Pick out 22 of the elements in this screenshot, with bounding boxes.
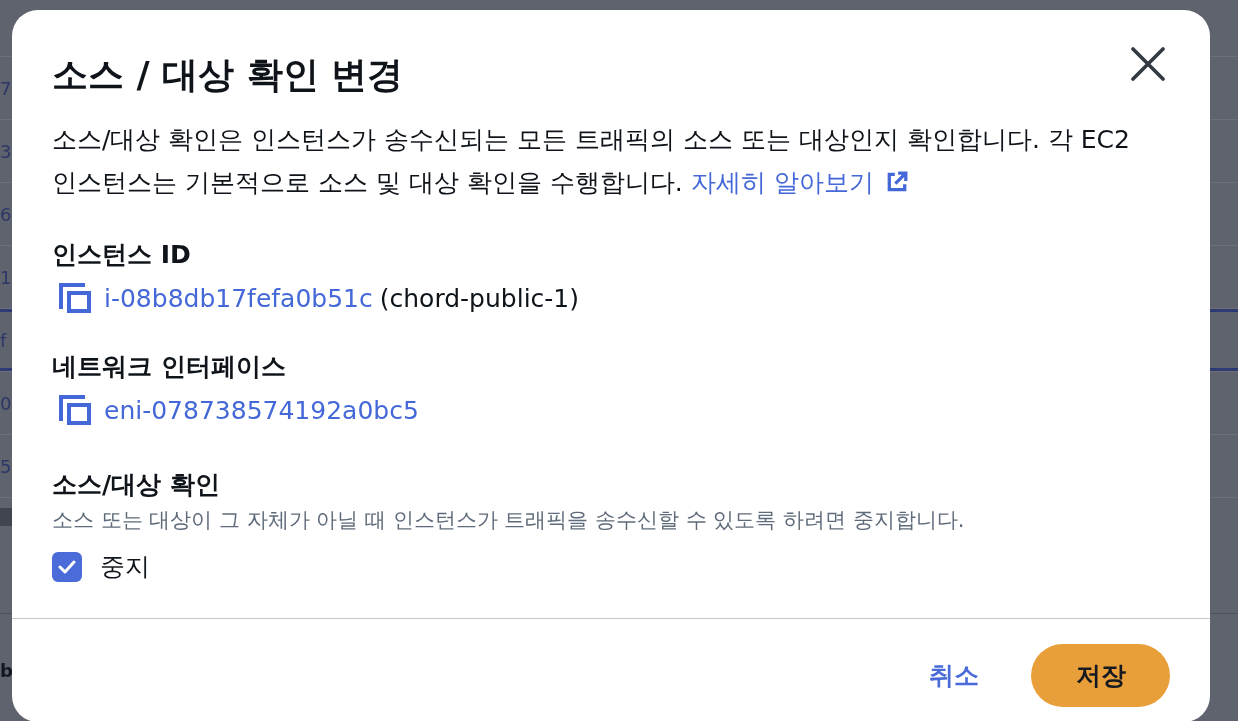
resource-id-link[interactable]: i-08b8db17fefa0b51c bbox=[104, 283, 373, 313]
copy-icon[interactable] bbox=[59, 395, 91, 425]
checkbox[interactable] bbox=[52, 552, 82, 582]
checkbox-label[interactable]: 중지 bbox=[100, 550, 150, 584]
hint-text: 소스 또는 대상이 그 자체가 아닐 때 인스턴스가 트래픽을 송수신할 수 있도록 하려면 중지합니다. bbox=[52, 507, 966, 534]
resource-id-link[interactable]: eni-078738574192a0bc5 bbox=[104, 395, 419, 425]
description-text: 소스/대상 확인은 인스턴스가 송수신되는 모든 트래픽의 소스 또는 대상인지 확인합니다. 각 EC2 인스턴스는 기본적으로 소스 및 대상 확인을 수행합니다. 자세히 알아보기 bbox=[52, 124, 1131, 199]
copy-icon[interactable] bbox=[59, 283, 91, 313]
close-icon bbox=[1131, 47, 1165, 81]
field-label: 인스턴스 ID bbox=[52, 239, 192, 271]
learn-more-link[interactable]: 자세히 알아보기 bbox=[690, 168, 908, 197]
dialog-title: 소스 / 대상 확인 변경 bbox=[52, 53, 404, 97]
resource-name-text: (chord-public-1) bbox=[379, 283, 580, 313]
field-label: 소스/대상 확인 bbox=[52, 469, 221, 501]
save-button[interactable]: 저장 bbox=[1031, 644, 1170, 707]
external-link-icon bbox=[885, 171, 908, 193]
scrollbar bbox=[0, 508, 12, 526]
background-text: b bbox=[0, 659, 12, 683]
cancel-button[interactable]: 취소 bbox=[927, 653, 981, 698]
field-label: 네트워크 인터페이스 bbox=[52, 351, 287, 383]
close-button[interactable] bbox=[1131, 47, 1165, 81]
checkmark-icon bbox=[58, 560, 76, 574]
